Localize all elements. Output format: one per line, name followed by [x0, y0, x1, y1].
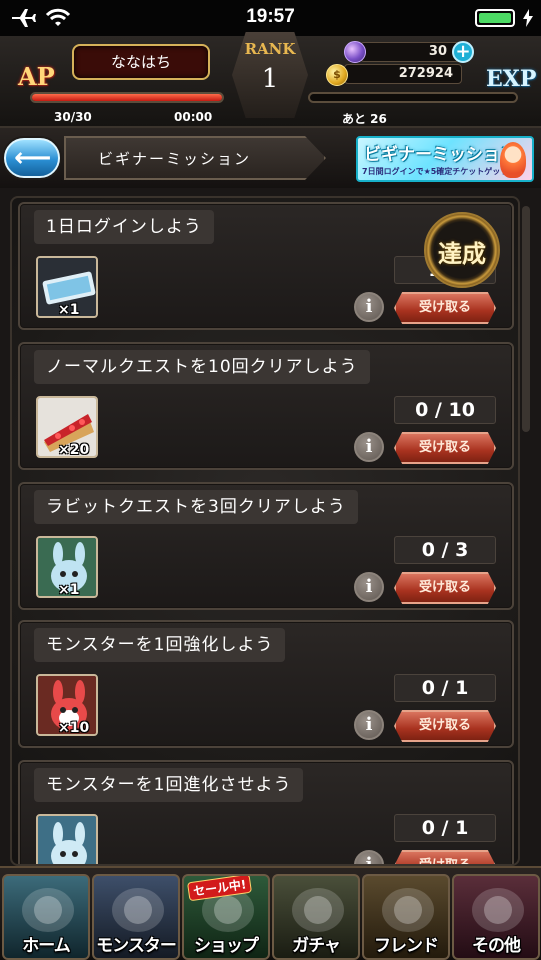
exp-bar: [308, 92, 518, 103]
banner-subtitle: 7日間ログインで★5確定チケットゲット!!: [362, 167, 516, 176]
mission-progress: 0 / 1: [394, 674, 496, 702]
reward-icon[interactable]: [36, 814, 98, 864]
receive-button[interactable]: 受け取る: [394, 710, 496, 742]
scrollbar[interactable]: [522, 206, 530, 432]
nav-label: ショップ: [194, 936, 259, 956]
info-button[interactable]: i: [354, 292, 384, 322]
charging-bolt-icon: [523, 9, 533, 27]
status-time: 19:57: [246, 6, 295, 27]
reward-icon[interactable]: ×1: [36, 536, 98, 598]
nav-label: その他: [472, 936, 521, 956]
nav-friend[interactable]: フレンド: [362, 874, 450, 960]
reward-quantity: ×1: [58, 582, 80, 598]
nav-label: ガチャ: [292, 936, 341, 956]
exp-next: あと 26: [342, 112, 387, 126]
book-icon: [472, 888, 524, 932]
back-arrow-icon: ⟵: [14, 143, 52, 173]
info-button[interactable]: i: [354, 432, 384, 462]
mission-title: 1日ログインしよう: [34, 210, 214, 244]
coin-count: 272924: [344, 64, 462, 84]
receive-button[interactable]: 受け取る: [394, 850, 496, 864]
mission-row: モンスターを1回進化させよう 0 / 1 i 受け取る: [18, 760, 514, 864]
receive-button[interactable]: 受け取る: [394, 292, 496, 324]
ap-label: AP: [18, 62, 55, 91]
status-bar: 19:57: [0, 0, 541, 36]
nav-label: ホーム: [22, 936, 71, 956]
receive-button[interactable]: 受け取る: [394, 572, 496, 604]
mission-title: ラビットクエストを3回クリアしよう: [34, 490, 358, 524]
mission-row: ラビットクエストを3回クリアしよう ×1 0 / 3 i 受け取る: [18, 482, 514, 610]
mission-progress: 0 / 3: [394, 536, 496, 564]
info-button[interactable]: i: [354, 850, 384, 864]
achieved-seal-icon: 達成: [424, 212, 500, 288]
mission-list[interactable]: 1日ログインしよう×11/1i受け取る達成ノーマルクエストを10回クリアしよう×…: [10, 196, 520, 866]
info-button[interactable]: i: [354, 572, 384, 602]
reward-quantity: ×20: [58, 442, 90, 458]
gem-icon: [344, 41, 366, 63]
beginner-mission-banner[interactable]: ビギナーミッション 7日間ログインで★5確定チケットゲット!!: [356, 136, 534, 182]
nav-egg[interactable]: ガチャ: [272, 874, 360, 960]
nav-label: フレンド: [374, 936, 439, 956]
mission-progress: 0 / 1: [394, 814, 496, 842]
battery-icon: [475, 9, 515, 27]
mission-row: ノーマルクエストを10回クリアしよう ×20 0 / 10 i 受け取る: [18, 342, 514, 470]
nav-shop[interactable]: セール中! ショップ: [182, 874, 270, 960]
mission-title: ノーマルクエストを10回クリアしよう: [34, 350, 370, 384]
banner-character-icon: [500, 142, 526, 178]
monster-icon: [112, 888, 164, 932]
reward-icon[interactable]: ×20: [36, 396, 98, 458]
rank-label: RANK: [244, 40, 296, 58]
player-name[interactable]: ななはち: [72, 44, 210, 80]
page-title: ビギナーミッション: [98, 150, 252, 168]
banner-title: ビギナーミッション: [364, 145, 517, 165]
coin-icon: $: [326, 64, 348, 86]
exp-label: EXP: [486, 66, 537, 92]
mission-row: モンスターを1回強化しよう ×10 0 / 1 i 受け取る: [18, 620, 514, 748]
mission-row: 1日ログインしよう×11/1i受け取る達成: [18, 202, 514, 330]
egg-icon: [292, 888, 344, 932]
mission-title: モンスターを1回強化しよう: [34, 628, 286, 662]
reward-icon[interactable]: ×1: [36, 256, 98, 318]
title-bar: ⟵ ビギナーミッション ビギナーミッション 7日間ログインで★5確定チケットゲッ…: [0, 128, 541, 188]
friend-icon: [382, 888, 434, 932]
back-button[interactable]: ⟵: [4, 138, 60, 178]
add-gems-button[interactable]: +: [452, 41, 474, 63]
ap-bar: [30, 92, 224, 103]
reward-icon[interactable]: ×10: [36, 674, 98, 736]
info-button[interactable]: i: [354, 710, 384, 740]
reward-quantity: ×10: [58, 720, 90, 736]
nav-book[interactable]: その他: [452, 874, 540, 960]
nav-monster[interactable]: モンスター: [92, 874, 180, 960]
ap-timer: 00:00: [174, 110, 213, 124]
reward-quantity: ×1: [58, 302, 80, 318]
mission-title: モンスターを1回進化させよう: [34, 768, 304, 802]
blue-rabbit-monster-icon: [38, 816, 96, 864]
bottom-nav: ホーム モンスター セール中! ショップガチャ フレンド その他: [0, 866, 541, 960]
achieved-label: 達成: [438, 239, 486, 268]
nav-label: モンスター: [96, 936, 177, 956]
nav-castle[interactable]: ホーム: [2, 874, 90, 960]
receive-button[interactable]: 受け取る: [394, 432, 496, 464]
castle-icon: [22, 888, 74, 932]
ap-count: 30/30: [54, 110, 92, 124]
mission-progress: 0 / 10: [394, 396, 496, 424]
rank-value: 1: [261, 64, 279, 94]
gem-count: 30: [360, 42, 460, 62]
player-header: AP ななはち 30/30 00:00 RANK 1 30 + 272924 $…: [0, 32, 541, 128]
